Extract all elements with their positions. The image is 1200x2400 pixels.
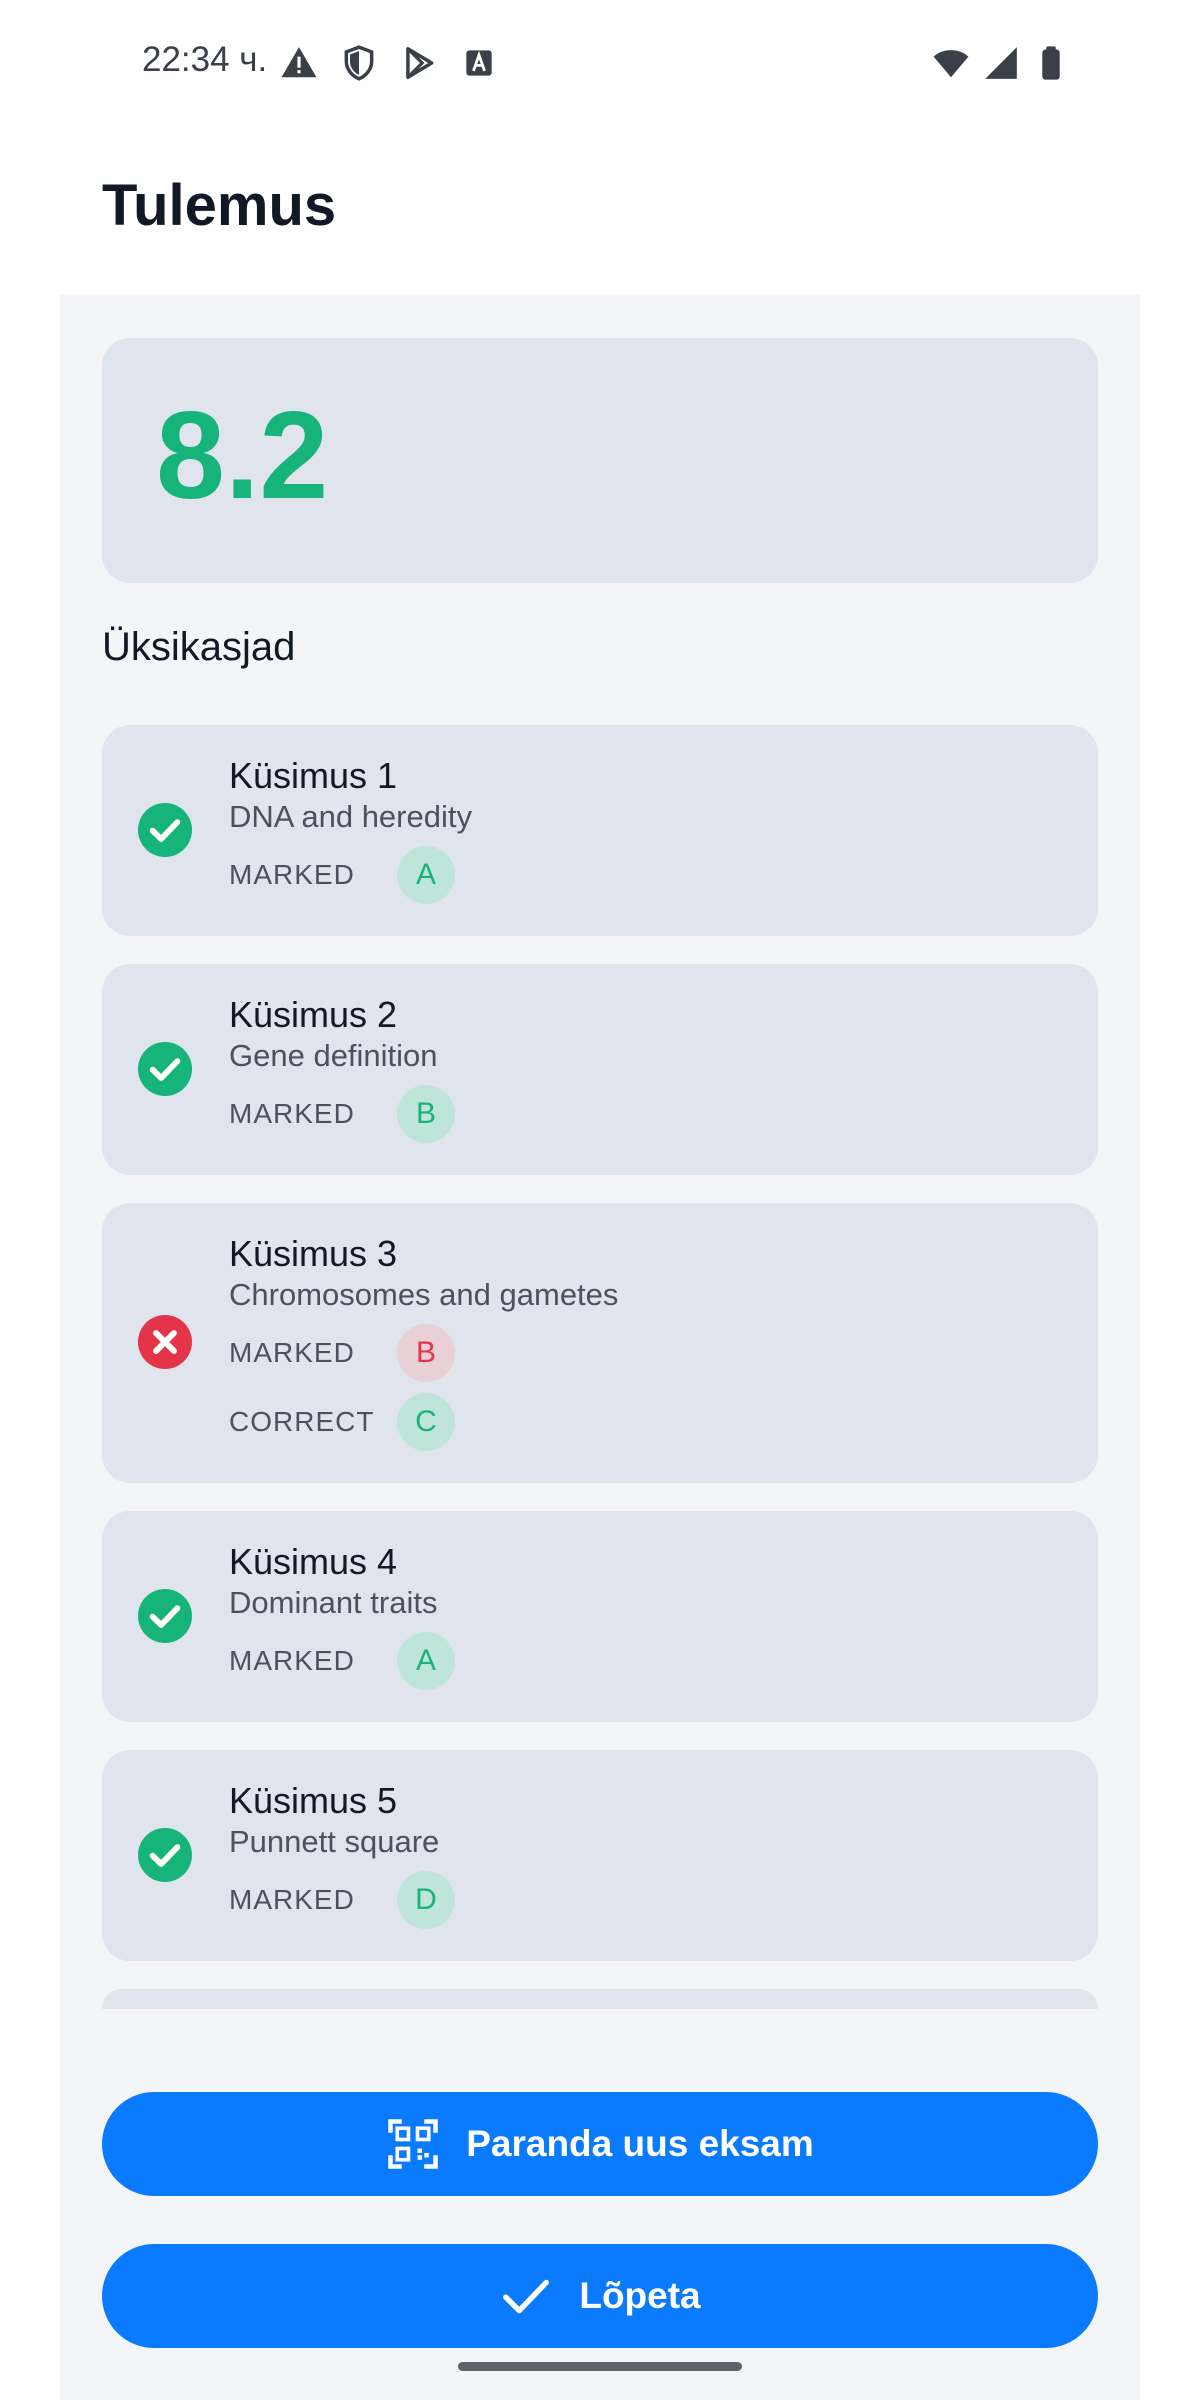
marked-answer-badge: D xyxy=(397,1871,455,1929)
play-store-icon xyxy=(406,47,434,79)
result-screen: 22:34 ч. Tulemus 8.2 Üksikasjad Küsimus … xyxy=(0,0,1200,2400)
check-circle-icon xyxy=(138,803,192,857)
question-card-next[interactable] xyxy=(102,1989,1098,2009)
correct-answer-badge: C xyxy=(397,1393,455,1451)
question-list[interactable]: Küsimus 1 DNA and heredity MARKED A Küsi… xyxy=(102,725,1098,2290)
check-icon xyxy=(503,2279,550,2314)
content-panel: 8.2 Üksikasjad Küsimus 1 DNA and heredit… xyxy=(60,295,1140,2400)
page-title: Tulemus xyxy=(102,173,337,238)
marked-row: MARKED A xyxy=(229,1632,455,1690)
scan-new-exam-button[interactable]: Paranda uus eksam xyxy=(102,2092,1098,2196)
question-subtitle: Punnett square xyxy=(229,1824,440,1859)
error-circle-icon xyxy=(138,1315,192,1369)
marked-answer-badge: B xyxy=(397,1085,455,1143)
status-time: 22:34 ч. xyxy=(142,40,268,79)
marked-row: MARKED A xyxy=(229,846,455,904)
score-value: 8.2 xyxy=(156,387,329,525)
marked-answer-badge: B xyxy=(397,1324,455,1382)
scan-new-exam-label: Paranda uus eksam xyxy=(466,2123,814,2164)
finish-label: Lõpeta xyxy=(579,2275,701,2316)
question-title: Küsimus 3 xyxy=(229,1233,398,1274)
check-circle-icon xyxy=(138,1589,192,1643)
qr-scan-icon xyxy=(388,2119,438,2169)
marked-label: MARKED xyxy=(229,1884,355,1915)
battery-icon xyxy=(1042,46,1060,80)
question-card-2[interactable]: Küsimus 2 Gene definition MARKED B xyxy=(102,964,1098,1175)
warning-icon xyxy=(281,47,317,78)
finish-button[interactable]: Lõpeta xyxy=(102,2244,1098,2348)
question-title: Küsimus 2 xyxy=(229,994,398,1035)
marked-row: MARKED B xyxy=(229,1324,455,1382)
question-card-4[interactable]: Küsimus 4 Dominant traits MARKED A xyxy=(102,1511,1098,1722)
wifi-icon xyxy=(933,50,969,78)
marked-answer-badge: A xyxy=(397,846,455,904)
cellular-icon xyxy=(985,47,1017,79)
section-heading: Üksikasjad xyxy=(102,625,296,669)
question-subtitle: Dominant traits xyxy=(229,1585,438,1620)
check-circle-icon xyxy=(138,1042,192,1096)
marked-label: MARKED xyxy=(229,1098,355,1129)
question-card-1[interactable]: Küsimus 1 DNA and heredity MARKED A xyxy=(102,725,1098,936)
check-circle-icon xyxy=(138,1828,192,1882)
correct-label: CORRECT xyxy=(229,1406,375,1437)
question-subtitle: Gene definition xyxy=(229,1038,438,1073)
marked-answer-badge: A xyxy=(397,1632,455,1690)
score-card: 8.2 xyxy=(102,338,1098,583)
marked-label: MARKED xyxy=(229,859,355,890)
status-bar: 22:34 ч. xyxy=(0,0,1200,130)
question-card-3[interactable]: Küsimus 3 Chromosomes and gametes MARKED… xyxy=(102,1203,1098,1483)
correct-row: CORRECT C xyxy=(229,1393,455,1451)
question-title: Küsimus 5 xyxy=(229,1780,398,1821)
marked-label: MARKED xyxy=(229,1645,355,1676)
status-icons-right xyxy=(932,44,1070,82)
question-subtitle: DNA and heredity xyxy=(229,799,472,834)
home-indicator[interactable] xyxy=(458,2362,742,2371)
question-title: Küsimus 1 xyxy=(229,755,398,796)
question-subtitle: Chromosomes and gametes xyxy=(229,1277,619,1312)
marked-row: MARKED D xyxy=(229,1871,455,1929)
font-icon xyxy=(466,50,492,76)
marked-label: MARKED xyxy=(229,1337,355,1368)
question-card-5[interactable]: Küsimus 5 Punnett square MARKED D xyxy=(102,1750,1098,1961)
question-title: Küsimus 4 xyxy=(229,1541,398,1582)
shield-icon xyxy=(344,45,374,81)
marked-row: MARKED B xyxy=(229,1085,455,1143)
status-icons-left xyxy=(280,44,498,82)
